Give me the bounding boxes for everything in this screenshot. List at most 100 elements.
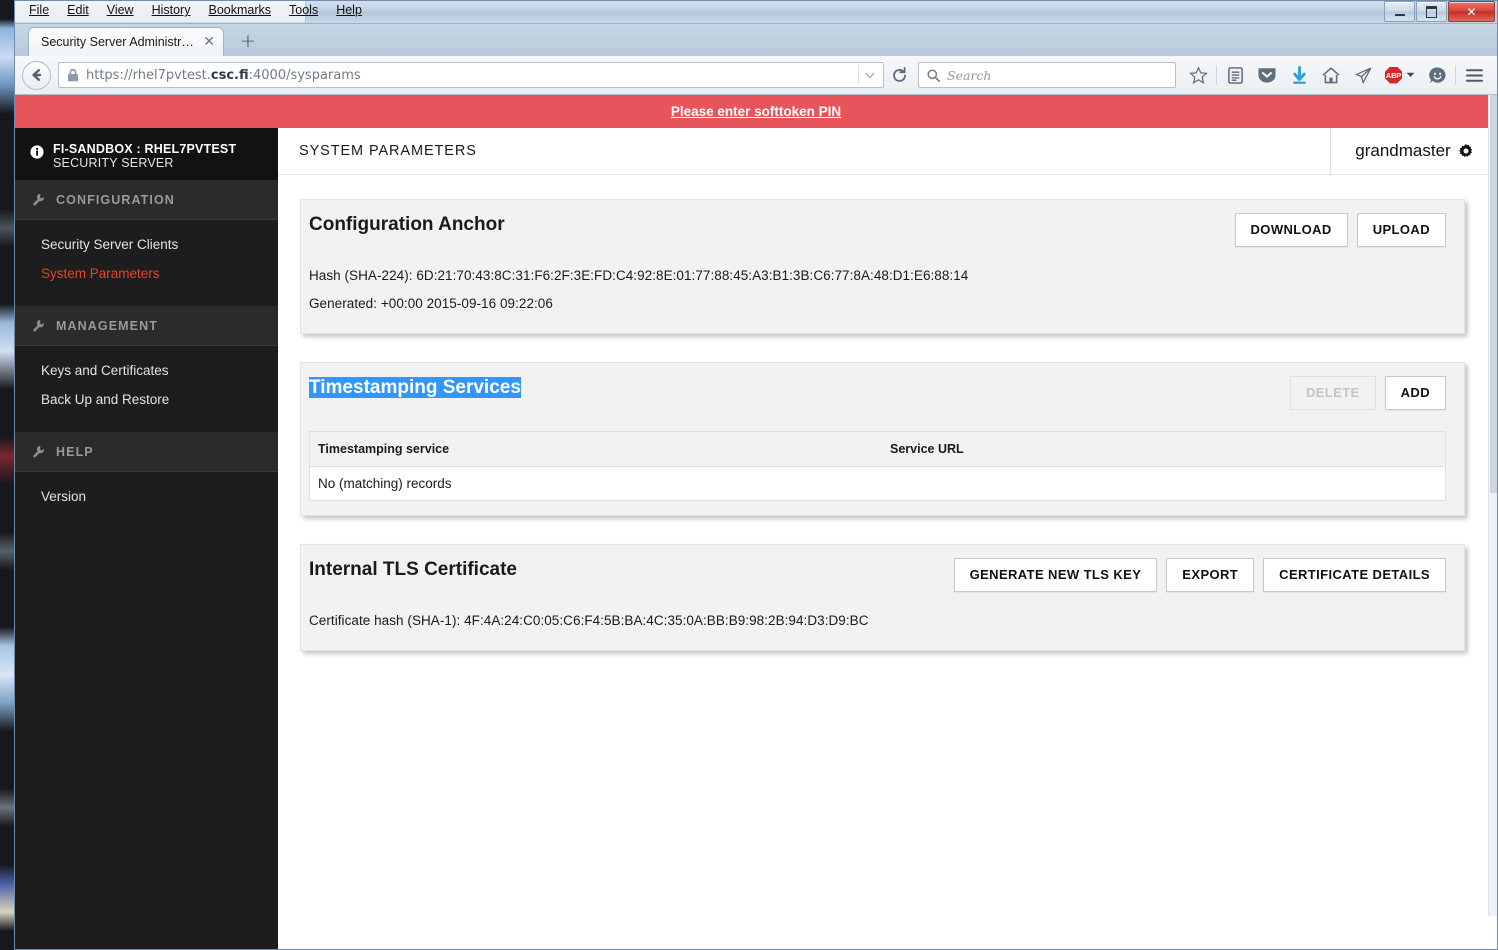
- minimize-button[interactable]: [1384, 1, 1415, 22]
- url-text: https://rhel7pvtest.csc.fi:4000/sysparam…: [86, 67, 361, 83]
- content-header: SYSTEM PARAMETERS grandmaster: [278, 128, 1498, 175]
- sidebar-item-version[interactable]: Version: [14, 482, 278, 511]
- server-role: SECURITY SERVER: [53, 156, 174, 170]
- maximize-button[interactable]: [1416, 1, 1447, 22]
- desktop-background-strip: [0, 0, 14, 950]
- tab-close-icon[interactable]: ✕: [203, 35, 215, 49]
- generate-new-tls-key-button[interactable]: GENERATE NEW TLS KEY: [953, 558, 1158, 592]
- column-header-service-url[interactable]: Service URL: [890, 442, 1445, 456]
- download-arrow-icon[interactable]: [1283, 60, 1315, 90]
- page-title: SYSTEM PARAMETERS: [278, 128, 1331, 174]
- panel-title: Timestamping Services: [309, 377, 1290, 399]
- wrench-icon: [33, 319, 44, 331]
- server-identity-text: FI-SANDBOX : RHEL7PVTEST SECURITY SERVER: [53, 142, 236, 171]
- certificate-details-button[interactable]: CERTIFICATE DETAILS: [1263, 558, 1446, 592]
- panel-title: Configuration Anchor: [309, 214, 505, 235]
- navigation-toolbar: https://rhel7pvtest.csc.fi:4000/sysparam…: [14, 56, 1498, 95]
- address-bar[interactable]: https://rhel7pvtest.csc.fi:4000/sysparam…: [58, 62, 884, 88]
- chevron-down-icon: [1406, 72, 1415, 77]
- sidebar-section-label: CONFIGURATION: [56, 192, 175, 207]
- menu-help[interactable]: Help: [327, 2, 371, 20]
- toolbar-separator: [1216, 65, 1217, 85]
- pocket-shield-icon[interactable]: [1251, 60, 1283, 90]
- tab-strip: Security Server Administration ✕ +: [14, 24, 1498, 56]
- column-header-timestamping-service[interactable]: Timestamping service: [310, 442, 890, 456]
- menu-tools[interactable]: Tools: [280, 2, 327, 20]
- menu-edit[interactable]: Edit: [58, 2, 98, 20]
- softtoken-pin-alert: Please enter softtoken PIN: [14, 95, 1498, 128]
- home-icon[interactable]: [1315, 60, 1347, 90]
- user-name: grandmaster: [1355, 141, 1451, 160]
- sidebar-items-help: Version: [14, 472, 278, 529]
- paper-plane-icon[interactable]: [1347, 60, 1379, 90]
- sidebar-items-configuration: Security Server Clients System Parameter…: [14, 220, 278, 306]
- export-certificate-button[interactable]: EXPORT: [1166, 558, 1255, 592]
- menu-tools-label: Tools: [289, 3, 319, 18]
- sidebar-item-keys-and-certificates[interactable]: Keys and Certificates: [14, 356, 278, 385]
- page-scrollbar[interactable]: [1488, 95, 1498, 916]
- sidebar-section-label: HELP: [56, 444, 94, 459]
- panel-header: Internal TLS Certificate GENERATE NEW TL…: [309, 558, 1446, 597]
- maximize-icon: [1426, 5, 1437, 18]
- panel-list: Configuration Anchor DOWNLOAD UPLOAD Has…: [278, 175, 1498, 651]
- wrench-icon: [33, 445, 44, 457]
- search-icon: [927, 68, 940, 82]
- panel-header: Configuration Anchor DOWNLOAD UPLOAD: [309, 213, 1446, 252]
- close-icon: ✕: [1466, 4, 1477, 19]
- reload-icon: [893, 66, 906, 82]
- tab-security-server-administration[interactable]: Security Server Administration ✕: [28, 27, 224, 56]
- internal-tls-certificate-panel: Internal TLS Certificate GENERATE NEW TL…: [300, 544, 1465, 651]
- server-name: FI-SANDBOX : RHEL7PVTEST: [53, 142, 237, 156]
- menu-history[interactable]: History: [143, 2, 200, 20]
- main-content: SYSTEM PARAMETERS grandmaster Configurat…: [278, 128, 1498, 949]
- download-anchor-button[interactable]: DOWNLOAD: [1234, 213, 1348, 247]
- star-icon[interactable]: [1182, 60, 1214, 90]
- lock-icon: [67, 68, 79, 82]
- info-icon: [30, 145, 44, 164]
- sidebar-items-management: Keys and Certificates Back Up and Restor…: [14, 346, 278, 432]
- tab-title: Security Server Administration: [41, 35, 198, 49]
- feedback-smiley-icon[interactable]: [1421, 60, 1453, 90]
- upload-anchor-button[interactable]: UPLOAD: [1356, 213, 1446, 247]
- delete-timestamping-service-button[interactable]: DELETE: [1289, 376, 1376, 410]
- page-scrollbar-thumb[interactable]: [1490, 95, 1498, 493]
- add-timestamping-service-button[interactable]: ADD: [1384, 376, 1446, 410]
- sidebar-item-security-server-clients[interactable]: Security Server Clients: [14, 230, 278, 259]
- panel-title: Internal TLS Certificate: [309, 559, 517, 580]
- wrench-icon: [33, 193, 44, 205]
- menu-help-label: Help: [336, 3, 362, 18]
- table-row: No (matching) records: [310, 467, 1445, 500]
- menu-bookmarks-label: Bookmarks: [208, 3, 272, 18]
- reload-button[interactable]: [886, 62, 913, 88]
- search-box[interactable]: Search: [918, 62, 1176, 88]
- reader-list-icon[interactable]: [1219, 60, 1251, 90]
- timestamping-services-table: Timestamping service Service URL No (mat…: [309, 431, 1446, 501]
- menu-bookmarks[interactable]: Bookmarks: [199, 2, 280, 20]
- window-titlebar: File Edit View History Bookmarks Tools H…: [14, 0, 1498, 24]
- window-controls: ✕: [1384, 1, 1495, 22]
- address-bar-dropdown-icon[interactable]: [858, 65, 881, 85]
- sidebar-item-system-parameters[interactable]: System Parameters: [14, 259, 278, 288]
- toolbar-separator-2: [1455, 65, 1456, 85]
- enter-softtoken-pin-link[interactable]: Please enter softtoken PIN: [671, 104, 841, 119]
- configuration-anchor-panel: Configuration Anchor DOWNLOAD UPLOAD Has…: [300, 199, 1465, 334]
- adblock-badge: ABP: [1385, 66, 1402, 84]
- back-button[interactable]: [22, 60, 51, 90]
- back-arrow-icon: [31, 69, 41, 81]
- adblock-plus-icon[interactable]: ABP: [1379, 60, 1421, 90]
- sidebar: FI-SANDBOX : RHEL7PVTEST SECURITY SERVER…: [14, 128, 278, 949]
- sidebar-item-back-up-and-restore[interactable]: Back Up and Restore: [14, 385, 278, 414]
- minimize-icon: [1394, 13, 1405, 16]
- server-identity-header: FI-SANDBOX : RHEL7PVTEST SECURITY SERVER: [14, 128, 278, 180]
- gear-icon: [1458, 143, 1472, 158]
- menu-edit-label: Edit: [67, 3, 89, 18]
- new-tab-button[interactable]: +: [240, 32, 256, 51]
- anchor-generated-line: Generated: +00:00 2015-09-16 09:22:06: [309, 296, 553, 311]
- menu-history-label: History: [151, 3, 191, 18]
- close-button[interactable]: ✕: [1448, 1, 1495, 22]
- hamburger-menu-icon[interactable]: [1458, 60, 1490, 90]
- menu-file[interactable]: File: [20, 2, 58, 20]
- user-menu[interactable]: grandmaster: [1331, 128, 1498, 174]
- menu-view[interactable]: View: [98, 2, 143, 20]
- sidebar-section-configuration: CONFIGURATION: [14, 180, 278, 220]
